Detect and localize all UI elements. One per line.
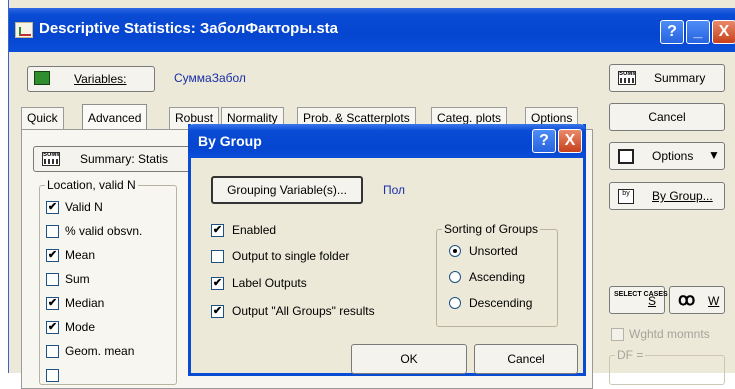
dialog-close-button[interactable]: X	[558, 129, 582, 153]
ok-button[interactable]: OK	[351, 344, 467, 374]
mode-label: Mode	[65, 320, 96, 334]
sorting-group-title: Sorting of Groups	[442, 222, 541, 236]
summary-button-label: Summary	[654, 71, 706, 85]
df-group: DF =	[609, 348, 725, 385]
descending-label: Descending	[469, 296, 533, 310]
summary-stats-label: Summary: Statis	[80, 152, 169, 166]
descending-radio[interactable]	[449, 297, 461, 309]
sum-checkbox[interactable]	[46, 273, 59, 286]
all-groups-checkbox[interactable]: ✔	[211, 305, 224, 318]
variables-button-label: Variables:	[74, 72, 127, 86]
valid-n-label: Valid N	[65, 200, 103, 214]
dialog-title: By Group	[198, 133, 262, 149]
enabled-label: Enabled	[232, 223, 277, 237]
s-label: S	[648, 294, 657, 308]
sum-label: Sum	[65, 272, 90, 286]
df-label: DF =	[615, 348, 646, 362]
by-group-button[interactable]: by By Group...	[609, 182, 725, 210]
weight-icon: ꝏ	[678, 290, 696, 309]
summary-icon: SUMM	[618, 71, 636, 85]
close-button[interactable]: X	[712, 20, 735, 44]
label-outputs-checkbox[interactable]: ✔	[211, 277, 224, 290]
cancel-main-label: Cancel	[648, 110, 686, 124]
unsorted-option[interactable]: Unsorted	[449, 244, 555, 264]
enabled-checkbox[interactable]: ✔	[211, 224, 224, 237]
options-icon	[618, 149, 634, 164]
dialog-cancel-button[interactable]: Cancel	[474, 344, 578, 374]
grouping-variables-button[interactable]: Grouping Variable(s)...	[211, 176, 363, 204]
descending-option[interactable]: Descending	[449, 296, 555, 316]
all-groups-label: Output "All Groups" results	[232, 304, 375, 318]
by-group-button-label: By Group...	[652, 189, 713, 203]
help-button[interactable]: ?	[660, 20, 684, 44]
next-item-checkbox[interactable]	[46, 369, 59, 382]
wghtd-moments-label: Wghtd momnts	[629, 327, 710, 341]
by-group-icon: by	[618, 189, 634, 204]
valid-n-checkbox[interactable]: ✔	[46, 201, 59, 214]
options-button[interactable]: Options ▼	[609, 142, 725, 170]
minimize-button[interactable]: _	[686, 20, 710, 44]
mode-checkbox[interactable]: ✔	[46, 321, 59, 334]
median-label: Median	[65, 296, 105, 310]
ascending-radio[interactable]	[449, 271, 461, 283]
grouping-variable-value: Пол	[383, 183, 406, 197]
by-group-dialog: By Group ? X Grouping Variable(s)... Пол…	[188, 124, 586, 376]
pct-valid-checkbox[interactable]	[46, 225, 59, 238]
weights-button[interactable]: ꝏ W	[669, 286, 725, 314]
unsorted-label: Unsorted	[469, 244, 518, 258]
descriptive-statistics-window: Descriptive Statistics: ЗаболФакторы.sta…	[8, 0, 735, 389]
summary-button[interactable]: SUMM Summary	[609, 64, 725, 92]
ascending-label: Ascending	[469, 270, 526, 284]
median-checkbox[interactable]: ✔	[46, 297, 59, 310]
select-cases-icon: SELECT CASES	[614, 291, 668, 298]
summary-statistics-button[interactable]: SUMM Summary: Statis	[33, 146, 198, 172]
sorting-of-groups-group: Sorting of Groups Unsorted Ascending Des…	[436, 222, 558, 327]
dialog-titlebar[interactable]: By Group ? X	[188, 124, 586, 158]
geom-mean-checkbox[interactable]	[46, 345, 59, 358]
window-title: Descriptive Statistics: ЗаболФакторы.sta	[39, 20, 339, 37]
dialog-help-button[interactable]: ?	[532, 129, 556, 153]
variables-icon	[34, 71, 50, 85]
tab-quick[interactable]: Quick	[21, 107, 64, 129]
unsorted-radio[interactable]	[449, 245, 461, 257]
app-icon	[15, 22, 33, 38]
summary-stats-icon: SUMM	[42, 152, 60, 166]
ok-label: OK	[400, 352, 418, 366]
wghtd-moments-checkbox[interactable]	[611, 328, 624, 341]
tab-advanced[interactable]: Advanced	[82, 104, 148, 130]
variables-button[interactable]: Variables:	[27, 66, 155, 92]
w-label: W	[708, 294, 720, 308]
mean-label: Mean	[65, 248, 96, 262]
label-outputs-label: Label Outputs	[232, 276, 307, 290]
location-group-title: Location, valid N	[45, 178, 138, 192]
pct-valid-label: % valid obsvn.	[65, 224, 143, 238]
window-titlebar[interactable]: Descriptive Statistics: ЗаболФакторы.sta…	[9, 8, 735, 52]
grouping-variables-label: Grouping Variable(s)...	[227, 183, 347, 197]
single-folder-label: Output to single folder	[232, 249, 350, 263]
mean-checkbox[interactable]: ✔	[46, 249, 59, 262]
location-valid-n-group: Location, valid N ✔ Valid N % valid obsv…	[39, 178, 177, 385]
geom-mean-label: Geom. mean	[65, 344, 135, 358]
select-cases-button[interactable]: SELECT CASES S	[609, 286, 668, 314]
variables-value: СуммаЗабол	[174, 71, 246, 85]
cancel-main-button[interactable]: Cancel	[609, 103, 725, 131]
ascending-option[interactable]: Ascending	[449, 270, 555, 290]
dialog-cancel-label: Cancel	[507, 352, 545, 366]
dropdown-arrow-icon: ▼	[708, 148, 720, 162]
options-button-label: Options	[652, 149, 694, 163]
single-folder-checkbox[interactable]	[211, 250, 224, 263]
